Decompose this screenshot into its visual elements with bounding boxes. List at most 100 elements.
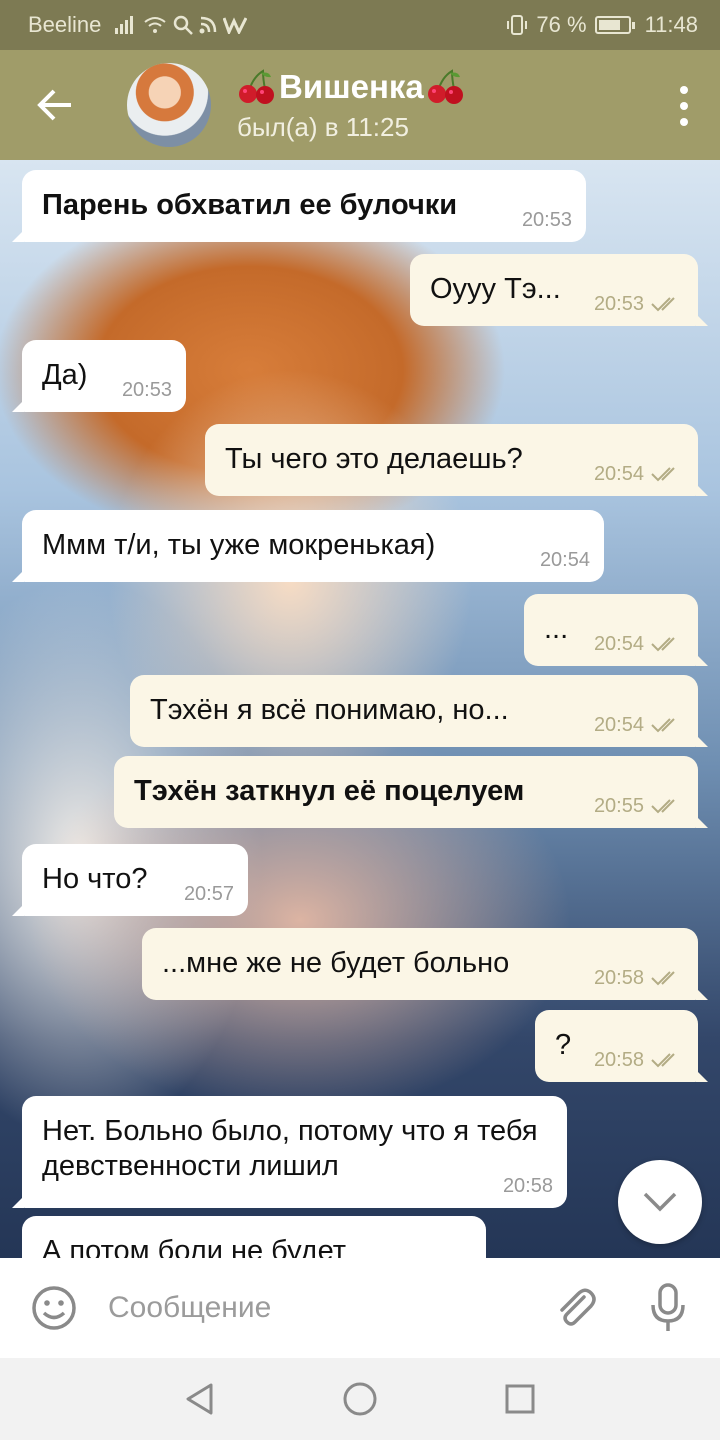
vibrate-icon bbox=[507, 15, 528, 35]
message-text: А потом боли не будет bbox=[42, 1235, 347, 1258]
wifi-icon bbox=[144, 17, 167, 33]
contact-name-row: Вишенка bbox=[237, 68, 466, 106]
avatar[interactable] bbox=[127, 63, 211, 147]
message-time: 20:57 bbox=[183, 882, 234, 905]
rss-icon bbox=[199, 16, 217, 34]
message-text: Ммм т/и, ты уже мокренькая) bbox=[42, 529, 436, 561]
battery-icon bbox=[594, 16, 635, 34]
nav-home-button[interactable] bbox=[340, 1379, 380, 1419]
message-bubble-out[interactable]: Тэхён я всё понимаю, но... 20:54 bbox=[130, 675, 708, 747]
back-button[interactable] bbox=[0, 50, 110, 160]
chevron-down-icon bbox=[643, 1192, 677, 1212]
message-time: 20:53 bbox=[521, 208, 572, 231]
chat-area[interactable]: Парень обхватил ее булочки 20:53 Оууу Тэ… bbox=[0, 160, 720, 1258]
message-text: ... bbox=[544, 613, 569, 645]
contact-name: Вишенка bbox=[279, 67, 424, 105]
message-input[interactable] bbox=[108, 1291, 538, 1325]
triangle-back-icon bbox=[186, 1383, 213, 1415]
message-bubble-in[interactable]: Парень обхватил ее булочки 20:53 bbox=[12, 170, 586, 242]
contact-info[interactable]: Вишенка был(а) в 11:25 bbox=[237, 68, 466, 143]
read-ticks-icon bbox=[651, 799, 675, 814]
message-bubble-out[interactable]: ? 20:58 bbox=[535, 1010, 708, 1082]
message-time: 20:53 bbox=[121, 378, 172, 401]
microphone-button[interactable] bbox=[640, 1280, 696, 1336]
signal-icon bbox=[115, 16, 134, 34]
message-meta: 20:54 bbox=[540, 548, 590, 572]
emoji-button[interactable] bbox=[0, 1258, 108, 1358]
message-meta: 20:53 bbox=[122, 378, 172, 402]
read-ticks-icon bbox=[651, 718, 675, 733]
message-meta: 20:58 bbox=[503, 1174, 553, 1198]
message-text: Тэхён я всё понимаю, но... bbox=[150, 694, 509, 726]
read-ticks-icon bbox=[651, 1053, 675, 1068]
message-bubble-in[interactable]: А потом боли не будет bbox=[22, 1216, 486, 1258]
search-icon bbox=[174, 15, 194, 35]
last-seen: был(а) в 11:25 bbox=[237, 111, 409, 142]
system-nav-bar bbox=[0, 1358, 720, 1440]
battery-percent: 76 % bbox=[536, 12, 587, 37]
message-meta: 20:53 bbox=[594, 292, 684, 316]
more-vert-icon[interactable] bbox=[678, 86, 690, 126]
status-icons bbox=[115, 15, 248, 35]
message-meta: 20:54 bbox=[594, 462, 684, 486]
nav-back-button[interactable] bbox=[180, 1379, 220, 1419]
paperclip-icon bbox=[560, 1288, 596, 1326]
message-bubble-in[interactable]: Нет. Больно было, потому что я тебя девс… bbox=[12, 1096, 567, 1208]
message-text: ...мне же не будет больно bbox=[162, 947, 510, 979]
circle-home-icon bbox=[343, 1382, 377, 1416]
message-bubble-out[interactable]: Ты чего это делаешь? 20:54 bbox=[205, 424, 708, 496]
scroll-down-button[interactable] bbox=[618, 1160, 702, 1244]
read-ticks-icon bbox=[651, 637, 675, 652]
message-time: 20:54 bbox=[539, 548, 590, 571]
message-bubble-in[interactable]: Ммм т/и, ты уже мокренькая) 20:54 bbox=[12, 510, 604, 582]
message-bubble-out[interactable]: Тэхён заткнул её поцелуем 20:55 bbox=[114, 756, 708, 828]
message-meta: 20:58 bbox=[594, 1048, 684, 1072]
message-bubble-in[interactable]: Но что? 20:57 bbox=[12, 844, 248, 916]
cherry-icon bbox=[427, 68, 463, 104]
arrow-left-icon bbox=[37, 89, 71, 121]
message-bubble-out[interactable]: ...мне же не будет больно 20:58 bbox=[142, 928, 708, 1000]
message-text: Оууу Тэ... bbox=[430, 273, 561, 305]
square-recent-icon bbox=[505, 1384, 535, 1414]
message-text: Ты чего это делаешь? bbox=[225, 443, 523, 475]
status-bar: Beeline 76 % 11:48 bbox=[0, 0, 720, 50]
message-meta: 20:57 bbox=[184, 882, 234, 906]
message-meta: 20:54 bbox=[594, 632, 684, 656]
message-text: Да) bbox=[42, 359, 88, 391]
message-time: 20:58 bbox=[502, 1174, 553, 1197]
message-meta: 20:53 bbox=[522, 208, 572, 232]
message-time: 20:58 bbox=[593, 1048, 644, 1071]
message-meta: 20:58 bbox=[594, 966, 684, 990]
message-bubble-out[interactable]: Оууу Тэ... 20:53 bbox=[410, 254, 708, 326]
message-time: 20:54 bbox=[593, 713, 644, 736]
message-text: Тэхён заткнул её поцелуем bbox=[134, 775, 525, 807]
message-bubble-out[interactable]: ... 20:54 bbox=[524, 594, 708, 666]
app-w-icon bbox=[223, 17, 248, 34]
microphone-icon bbox=[651, 1283, 685, 1331]
message-time: 20:54 bbox=[593, 632, 644, 655]
status-right: 76 % 11:48 bbox=[506, 12, 698, 38]
message-text: Парень обхватил ее булочки bbox=[42, 189, 458, 221]
message-text: ? bbox=[555, 1029, 572, 1061]
cherry-icon bbox=[239, 68, 274, 104]
attach-button[interactable] bbox=[548, 1280, 604, 1336]
message-bubble-in[interactable]: Да) 20:53 bbox=[12, 340, 186, 412]
chat-header: Вишенка был(а) в 11:25 bbox=[0, 50, 720, 160]
carrier-name: Beeline bbox=[28, 12, 102, 37]
message-time: 20:55 bbox=[593, 794, 644, 817]
read-ticks-icon bbox=[651, 971, 675, 986]
clock: 11:48 bbox=[644, 12, 698, 37]
message-time: 20:58 bbox=[593, 966, 644, 989]
message-time: 20:53 bbox=[593, 292, 644, 315]
message-text: Но что? bbox=[42, 863, 148, 895]
smile-icon bbox=[32, 1286, 76, 1330]
message-time: 20:54 bbox=[593, 462, 644, 485]
message-meta: 20:55 bbox=[594, 794, 684, 818]
battery-level bbox=[598, 20, 620, 30]
read-ticks-icon bbox=[651, 297, 675, 312]
nav-recent-button[interactable] bbox=[500, 1379, 540, 1419]
message-meta: 20:54 bbox=[594, 713, 684, 737]
message-composer bbox=[0, 1258, 720, 1358]
message-text: Нет. Больно было, потому что я тебя девс… bbox=[42, 1115, 538, 1183]
read-ticks-icon bbox=[651, 467, 675, 482]
